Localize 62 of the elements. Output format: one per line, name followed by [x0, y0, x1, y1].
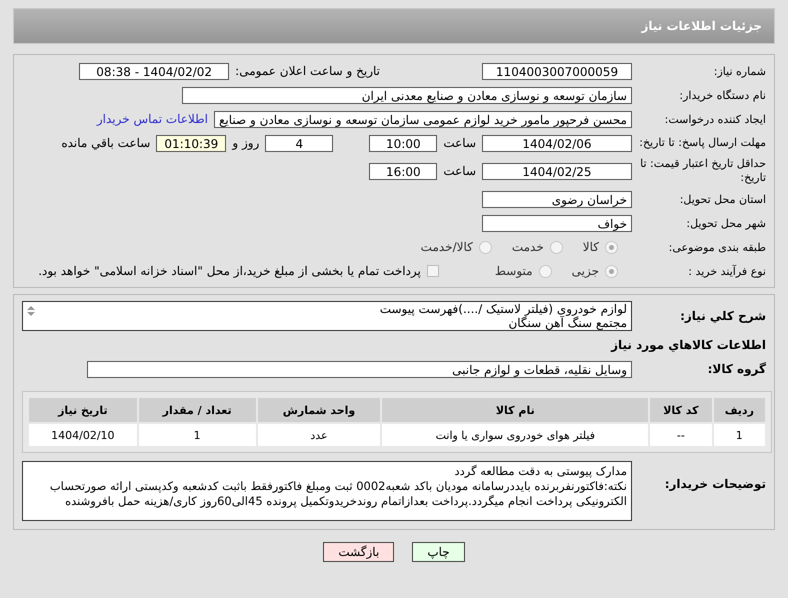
radio-button[interactable] — [478, 240, 492, 254]
column-header: تاریخ نیاز — [29, 398, 137, 422]
print-button[interactable]: چاپ — [412, 542, 465, 562]
input-field[interactable]: 4 — [265, 134, 334, 152]
input-field[interactable]: 01:10:39 — [156, 134, 226, 152]
field-label: پرداخت تمام یا بخشی از مبلغ خرید،از محل "اسناد خزانه اسلامی" خواهد بود. — [38, 264, 421, 278]
input-field[interactable]: وسایل نقلیه، قطعات و لوازم جانبی — [87, 360, 632, 378]
table-cell: 1404/02/10 — [29, 424, 137, 446]
radio-button[interactable] — [550, 240, 563, 254]
field-label: ساعت — [443, 136, 476, 150]
input-field[interactable]: 1404/02/02 - 08:38 — [79, 62, 230, 80]
section-title: اطلاعات کالاهاي مورد نياز — [611, 338, 767, 352]
field-label: مهلت ارسال پاسخ: تا تاریخ: — [638, 136, 767, 150]
table-cell: عدد — [258, 424, 380, 446]
field-label: شرح کلي نياز: — [679, 309, 767, 323]
checkbox[interactable] — [426, 265, 439, 277]
field-label: جزیی — [572, 264, 599, 278]
back-button[interactable]: بازگشت — [323, 542, 394, 562]
table-cell: 1 — [138, 424, 256, 446]
field-label: نام دستگاه خریدار: — [678, 88, 767, 102]
input-field[interactable]: 10:00 — [369, 134, 438, 152]
input-field[interactable]: محسن فرحپور مامور خرید لوازم عمومی سازمان توسعه و نوسازی معادن و صنایع — [214, 110, 632, 128]
radio-button[interactable] — [538, 264, 552, 278]
column-header: ردیف — [714, 398, 765, 422]
text-area[interactable]: لوازم خودروی (فیلتر لاستیک /....)فهرست پیوست مجتمع سنگ آهن سنگان — [22, 301, 632, 331]
field-label: كالا — [582, 240, 599, 254]
field-label: گروه کالا: — [706, 362, 767, 376]
column-header: کد کالا — [650, 398, 712, 422]
input-field[interactable]: 16:00 — [369, 162, 438, 180]
field-label: متوسط — [494, 264, 533, 278]
input-field[interactable]: 1404/02/25 — [482, 162, 632, 180]
input-field[interactable]: 1104003007000059 — [482, 62, 632, 80]
input-field[interactable]: خواف — [482, 214, 632, 232]
field-label: شماره نیاز: — [712, 64, 767, 78]
text-area[interactable]: مدارک پیوستی به دقت مطالعه گردد نکته:فاکتورنفربرنده بایددرسامانه مودیان باکد شعبه0002 ثبت ومبلغ فاکتورفقط باثبت کدشعبه وکدپستی ارائه صورتحساب الکترونیکی پرداخت انجام میگردد.پرداخت بعدازاتمام روندخریدوتکمیل پرونده 45الی60روز کاری/هزینه حمل بافروشنده — [22, 461, 632, 521]
column-header: تعداد / مقدار — [138, 398, 256, 422]
input-field[interactable]: 1404/02/06 — [482, 134, 632, 152]
radio-button[interactable] — [605, 240, 618, 254]
field-label: روز و — [232, 136, 260, 150]
field-label: تاریخ و ساعت اعلان عمومی: — [235, 64, 380, 78]
table-cell: 1 — [714, 424, 765, 446]
scroll-arrows-icon — [25, 304, 37, 318]
input-field[interactable]: خراسان رضوی — [482, 190, 632, 208]
field-label: حداقل تاریخ اعتبار قیمت: تا تاریخ: — [639, 157, 767, 185]
field-label: كالا/خدمت — [420, 240, 473, 254]
field-label: ساعت — [443, 164, 476, 178]
field-label: طبقه بندی موضوعی: — [668, 240, 767, 254]
table-cell: -- — [650, 424, 712, 446]
column-header: واحد شمارش — [258, 398, 380, 422]
field-label: نوع فرآیند خرید : — [687, 264, 767, 278]
radio-button[interactable] — [605, 264, 618, 278]
column-header: نام کالا — [382, 398, 648, 422]
field-label: توضیحات خریدار: — [664, 477, 767, 491]
window-title: جزئیات اطلاعات نیاز — [641, 19, 762, 33]
contact-link[interactable]: اطلاعات تماس خریدار — [96, 112, 208, 126]
field-label: شهر محل تحویل: — [685, 216, 767, 230]
field-label: ایجاد کننده درخواست: — [664, 112, 767, 126]
field-label: خدمت — [512, 240, 544, 254]
table-cell: فیلتر هوای خودروی سواری یا وانت — [382, 424, 648, 446]
input-field[interactable]: سازمان توسعه و نوسازی معادن و صنایع معدنی ایران — [182, 86, 632, 104]
field-label: استان محل تحویل: — [678, 192, 767, 206]
field-label: ساعت باقي مانده — [61, 136, 150, 150]
